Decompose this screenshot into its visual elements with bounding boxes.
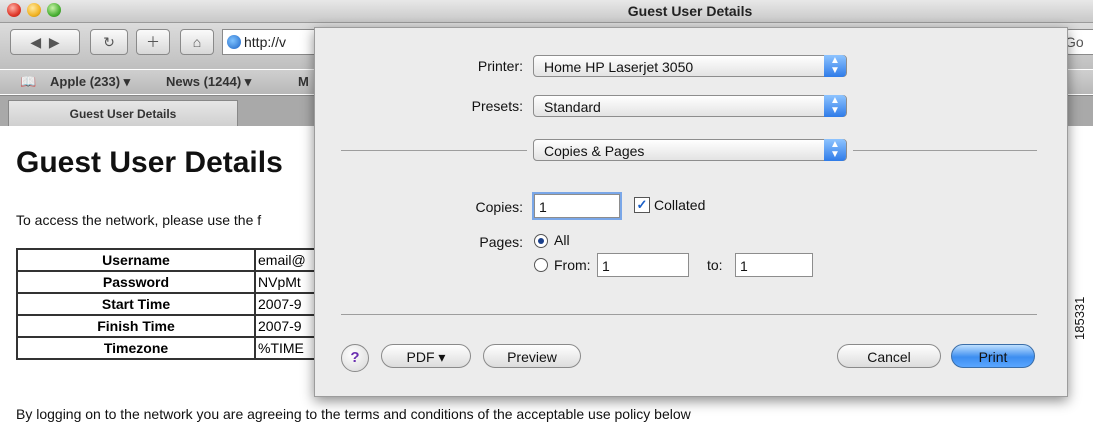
bookmark-more[interactable]: M: [298, 74, 309, 89]
reload-icon: ↻: [103, 33, 115, 50]
printer-popup[interactable]: Home HP Laserjet 3050 ▲ ▼: [533, 55, 847, 77]
home-button[interactable]: ⌂: [180, 29, 214, 55]
bookmark-apple[interactable]: Apple (233) ▾: [50, 74, 130, 90]
add-bookmark-icon: ＋: [146, 34, 160, 50]
copies-field[interactable]: 1: [534, 194, 620, 218]
print-button[interactable]: Print: [951, 344, 1035, 368]
copies-label: Copies:: [475, 199, 523, 215]
popup-arrows-icon: ▲ ▼: [824, 95, 846, 117]
presets-popup[interactable]: Standard ▲ ▼: [533, 95, 847, 117]
zoom-window-button[interactable]: [47, 3, 61, 17]
browser-window: Guest User Details ◀ ▶ ↻ ＋ ⌂ http://v Go…: [0, 0, 1093, 423]
pages-all-label: All: [554, 232, 570, 248]
printer-label: Printer:: [477, 58, 523, 74]
row-key: Timezone: [16, 336, 256, 360]
pages-to-field[interactable]: 1: [735, 253, 813, 277]
section-popup-value: Copies & Pages: [544, 143, 645, 159]
bookmarks-book-icon[interactable]: 📖: [20, 74, 36, 90]
address-text: http://v: [244, 34, 287, 50]
presets-label: Presets:: [471, 98, 523, 114]
intro-text: To access the network, please use the f: [16, 212, 262, 228]
preview-button[interactable]: Preview: [483, 344, 581, 368]
close-window-button[interactable]: [7, 3, 21, 17]
section-separator-right: [853, 150, 1037, 151]
pages-from-radio[interactable]: [534, 258, 548, 272]
row-key: Password: [16, 270, 256, 294]
help-icon[interactable]: ?: [341, 344, 369, 372]
popup-arrows-icon: ▲ ▼: [824, 139, 846, 161]
pages-label: Pages:: [479, 234, 523, 250]
forward-icon[interactable]: ▶: [49, 34, 60, 51]
back-forward-buttons[interactable]: ◀ ▶: [10, 29, 80, 55]
figure-id: 185331: [1072, 296, 1087, 340]
printer-popup-value: Home HP Laserjet 3050: [544, 59, 694, 75]
window-title: Guest User Details: [627, 3, 753, 19]
footer-separator: [341, 314, 1037, 315]
page-heading: Guest User Details: [16, 146, 283, 179]
row-key: Username: [16, 248, 256, 272]
title-bar: Guest User Details: [0, 0, 1093, 23]
print-dialog: Printer: Home HP Laserjet 3050 ▲ ▼ Preset…: [314, 27, 1068, 397]
popup-arrows-icon: ▲ ▼: [824, 55, 846, 77]
cancel-button[interactable]: Cancel: [837, 344, 941, 368]
agreement-text: By logging on to the network you are agr…: [16, 406, 691, 422]
pages-from-field[interactable]: 1: [597, 253, 689, 277]
reload-button[interactable]: ↻: [90, 29, 128, 55]
globe-icon: [227, 35, 241, 49]
row-key: Finish Time: [16, 314, 256, 338]
row-key: Start Time: [16, 292, 256, 316]
presets-popup-value: Standard: [544, 99, 601, 115]
home-icon: ⌂: [192, 34, 202, 50]
address-field[interactable]: http://v: [222, 29, 328, 55]
collated-label: Collated: [654, 197, 706, 213]
pages-all-radio[interactable]: [534, 234, 548, 248]
pages-to-label: to:: [707, 257, 723, 273]
section-separator-left: [341, 150, 527, 151]
tab-guest-user-details[interactable]: Guest User Details: [8, 100, 238, 127]
pages-from-label: From:: [554, 257, 591, 273]
back-icon[interactable]: ◀: [30, 34, 41, 51]
pdf-button[interactable]: PDF ▾: [381, 344, 471, 368]
collated-checkbox[interactable]: ✓: [634, 197, 650, 213]
bookmark-news[interactable]: News (1244) ▾: [166, 74, 251, 90]
section-popup[interactable]: Copies & Pages ▲ ▼: [533, 139, 847, 161]
minimize-window-button[interactable]: [27, 3, 41, 17]
add-bookmark-button[interactable]: ＋: [136, 29, 170, 55]
